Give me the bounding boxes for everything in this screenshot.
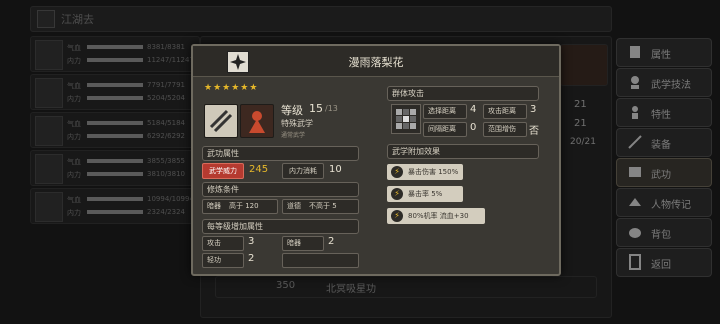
skill-subtype: 通常武学 — [281, 132, 306, 139]
power-value: 245 — [249, 164, 269, 175]
aoe-key-text: 选择距离 — [428, 107, 456, 115]
aoe-key: 攻击距离 — [483, 104, 527, 119]
effect-text: 暴击伤害 150% — [408, 168, 459, 176]
per-level-key: 攻击 — [202, 236, 244, 251]
effects-section-title: 武学附加效果 — [392, 147, 440, 156]
per-level-key-text: 轻功 — [207, 256, 221, 264]
per-level-key-text: 攻击 — [207, 239, 221, 247]
practice-section-title: 修炼条件 — [207, 185, 239, 194]
cost-value: 10 — [329, 164, 342, 175]
per-level-value: 3 — [248, 236, 255, 247]
practice-condition: 暗器 高于 120 — [202, 199, 278, 214]
aoe-value: 3 — [530, 104, 537, 115]
level-value: 15 — [309, 102, 323, 115]
aoe-key: 间隔距离 — [423, 122, 467, 137]
attr-section-title: 武功属性 — [207, 149, 239, 158]
condition-key: 暗器 — [207, 202, 221, 210]
aoe-key-text: 攻击距离 — [488, 107, 516, 115]
effects-section-header: 武学附加效果 — [387, 144, 539, 159]
per-level-value: 2 — [328, 236, 335, 247]
aoe-key: 范围增伤 — [483, 122, 527, 137]
level-label: 等级 — [281, 104, 303, 117]
practice-condition: 道德 不高于 5 — [282, 199, 359, 214]
per-level-key: 暗器 — [282, 236, 324, 251]
per-level-section-header: 每等级增加属性 — [202, 219, 359, 234]
per-level-key-empty — [282, 253, 359, 268]
per-level-key: 轻功 — [202, 253, 244, 268]
effect-item: ⚡ 暴击伤害 150% — [387, 164, 463, 180]
aoe-key-text: 范围增伤 — [488, 125, 516, 133]
condition-value: 高于 120 — [229, 202, 259, 210]
per-level-section-title: 每等级增加属性 — [207, 222, 263, 231]
skill-detail-popup: 漫雨落梨花 ★★★★★★ 等级 15 /13 特殊武学 通常武学 武功属性 武学… — [191, 44, 561, 276]
practice-section-header: 修炼条件 — [202, 182, 359, 197]
skill-stars: ★★★★★★ — [204, 83, 259, 93]
aoe-section-header: 群体攻击 — [387, 86, 539, 101]
effect-item: ⚡ 暴击率 5% — [387, 186, 463, 202]
aoe-grid-icon — [391, 104, 421, 134]
effect-text: 80%机率 流血+30 — [408, 212, 469, 220]
effect-item: ⚡ 80%机率 流血+30 — [387, 208, 485, 224]
aoe-key-text: 间隔距离 — [428, 125, 456, 133]
lightning-icon: ⚡ — [391, 210, 403, 222]
attr-section-header: 武功属性 — [202, 146, 359, 161]
condition-value: 不高于 5 — [309, 202, 337, 210]
effect-text: 暴击率 5% — [408, 190, 443, 198]
aoe-section-title: 群体攻击 — [392, 89, 424, 98]
aoe-value: 0 — [470, 122, 477, 133]
per-level-value: 2 — [248, 253, 255, 264]
skill-type: 特殊武学 — [281, 119, 313, 128]
popup-header: 漫雨落梨花 — [193, 46, 559, 77]
aoe-key: 选择距离 — [423, 104, 467, 119]
level-max: /13 — [325, 104, 338, 113]
lightning-icon: ⚡ — [391, 188, 403, 200]
weapon-icon — [204, 104, 238, 138]
aoe-value: 4 — [470, 104, 477, 115]
skill-emblem-icon — [240, 104, 274, 138]
aoe-value: 否 — [529, 126, 539, 137]
condition-key: 道德 — [287, 202, 301, 210]
power-tag: 武学威力 — [202, 163, 244, 179]
cost-tag: 内力消耗 — [282, 163, 324, 179]
close-icon[interactable] — [227, 51, 249, 73]
lightning-icon: ⚡ — [391, 166, 403, 178]
per-level-key-text: 暗器 — [287, 239, 301, 247]
